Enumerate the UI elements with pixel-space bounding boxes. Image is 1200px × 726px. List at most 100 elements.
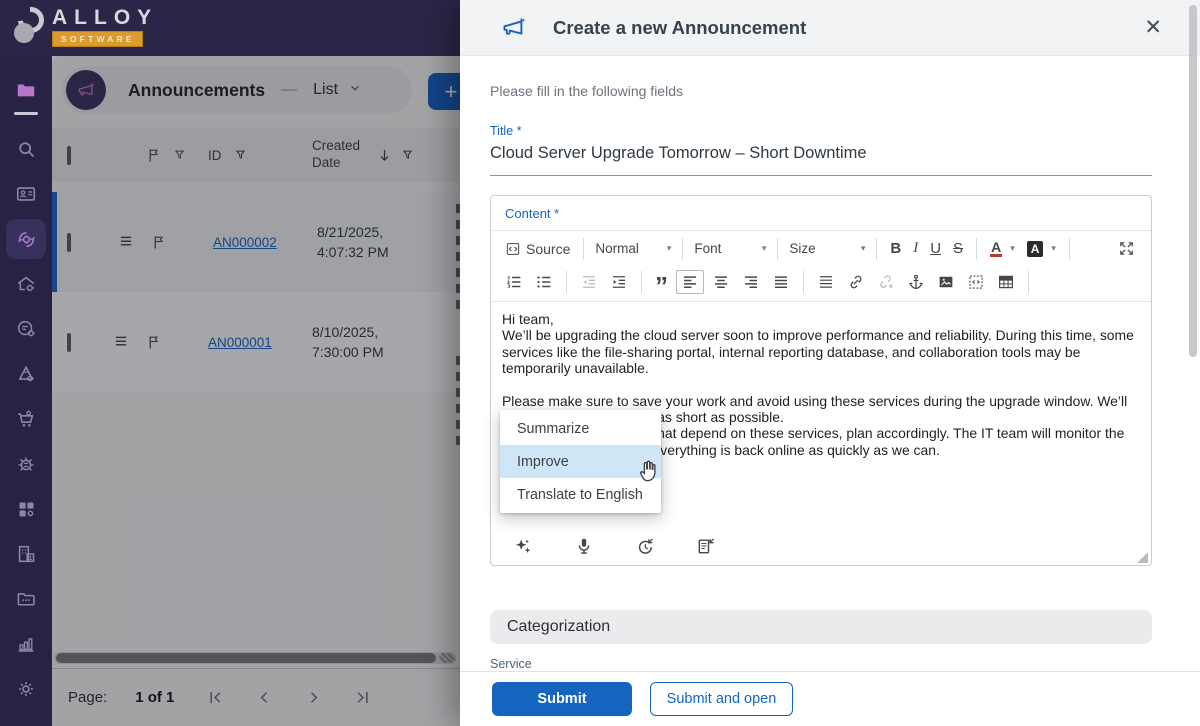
categorization-section-header[interactable]: Categorization: [490, 610, 1152, 644]
numbered-list-button[interactable]: [501, 271, 527, 293]
ai-assistant-button[interactable]: [508, 534, 537, 559]
source-button[interactable]: Source: [501, 239, 574, 259]
decrease-indent-button[interactable]: [576, 271, 602, 293]
sidebar: [0, 56, 52, 726]
insert-image-button[interactable]: [933, 271, 959, 293]
sidebar-item-settings[interactable]: [6, 669, 46, 709]
list-header-pill: Announcements — List: [62, 66, 412, 114]
date-filter-icon[interactable]: [401, 148, 416, 163]
row-flag-icon[interactable]: [146, 334, 163, 351]
sidebar-item-folder[interactable]: [6, 70, 46, 110]
horizontal-scrollbar-thumb[interactable]: [56, 653, 436, 663]
blockquote-button[interactable]: ”: [651, 271, 672, 299]
sidebar-item-hierarchy[interactable]: [6, 354, 46, 394]
row-checkbox[interactable]: [67, 332, 71, 352]
form-instructions: Please fill in the following fields: [490, 83, 683, 99]
select-all-checkbox[interactable]: [67, 145, 71, 165]
text-color-button[interactable]: A ▾: [986, 238, 1019, 259]
strikethrough-button[interactable]: S: [949, 238, 967, 259]
caret-icon: ▾: [761, 243, 767, 253]
sidebar-item-id-badge[interactable]: [6, 174, 46, 214]
first-page-button[interactable]: [206, 688, 225, 707]
announcement-icon: [500, 14, 527, 41]
last-page-button[interactable]: [353, 688, 372, 707]
row-checkbox[interactable]: [67, 232, 71, 252]
increase-indent-button[interactable]: [606, 271, 632, 293]
unlink-button[interactable]: [873, 271, 899, 293]
insert-link-button[interactable]: [843, 271, 869, 293]
table-row[interactable]: ≡ AN000001 8/10/2025, 7:30:00 PM: [52, 292, 460, 392]
code-snippet-button[interactable]: [963, 271, 989, 293]
background-color-button[interactable]: A ▾: [1023, 239, 1060, 259]
numbered-list-icon: [505, 273, 523, 291]
sort-descending-icon[interactable]: [376, 147, 393, 164]
row-menu-icon[interactable]: ≡: [109, 230, 143, 254]
align-center-button[interactable]: [708, 271, 734, 293]
id-filter-icon[interactable]: [234, 148, 249, 163]
underline-button[interactable]: U: [926, 238, 945, 259]
font-dropdown[interactable]: Font ▾: [690, 239, 770, 258]
modal-header: Create a new Announcement ✕: [460, 0, 1200, 56]
resize-handle[interactable]: [1137, 552, 1148, 563]
view-chevron-icon[interactable]: [348, 81, 362, 100]
title-separator: —: [281, 81, 298, 98]
add-announcement-button[interactable]: +: [428, 73, 460, 110]
directories-icon: [15, 588, 37, 610]
reports-icon: [15, 633, 37, 655]
organization-icon: [15, 543, 37, 565]
created-date-column-header[interactable]: Created Date: [312, 138, 368, 172]
insert-history-button[interactable]: [631, 534, 659, 558]
maximize-button[interactable]: [1114, 238, 1139, 259]
view-selector-label[interactable]: List: [313, 81, 338, 99]
sidebar-item-network[interactable]: [6, 444, 46, 484]
paragraph-format-dropdown[interactable]: Normal ▾: [591, 239, 675, 258]
align-left-button[interactable]: [676, 269, 704, 294]
bulleted-list-button[interactable]: [531, 271, 557, 293]
size-dropdown[interactable]: Size ▾: [785, 239, 869, 258]
menu-item-summarize[interactable]: Summarize: [500, 412, 661, 445]
modal-title: Create a new Announcement: [553, 16, 807, 38]
submit-button[interactable]: Submit: [492, 682, 632, 716]
align-right-button[interactable]: [738, 271, 764, 293]
modal-scrollbar-thumb[interactable]: [1189, 5, 1197, 357]
page-count: 1 of 1: [135, 689, 175, 706]
sidebar-item-home-gear[interactable]: [6, 264, 46, 304]
sidebar-item-reports[interactable]: [6, 624, 46, 664]
anchor-button[interactable]: [903, 271, 929, 293]
sidebar-item-organization[interactable]: [6, 534, 46, 574]
bold-button[interactable]: B: [886, 238, 905, 259]
record-link[interactable]: AN000001: [200, 335, 272, 350]
flag-filter-icon[interactable]: [173, 148, 188, 163]
italic-button[interactable]: I: [909, 238, 922, 259]
sidebar-item-procurement[interactable]: [6, 399, 46, 439]
announcements-badge: [66, 70, 106, 110]
flag-column-icon[interactable]: [146, 147, 163, 164]
line-spacing-button[interactable]: [813, 271, 839, 293]
logo-text: ALLOY SOFTWARE: [52, 7, 158, 47]
next-page-button[interactable]: [304, 688, 323, 707]
page-title: Announcements: [128, 79, 266, 100]
align-center-icon: [712, 273, 730, 291]
sidebar-item-automation[interactable]: [6, 219, 46, 259]
prev-page-button[interactable]: [255, 688, 274, 707]
sidebar-item-directories[interactable]: [6, 579, 46, 619]
row-menu-icon[interactable]: ≡: [104, 330, 138, 354]
sidebar-item-service-config[interactable]: [6, 309, 46, 349]
horizontal-scrollbar[interactable]: [54, 652, 456, 664]
created-date-cell: 8/10/2025, 7:30:00 PM: [312, 323, 384, 360]
close-button[interactable]: ✕: [1132, 15, 1174, 40]
sidebar-item-search[interactable]: [6, 129, 46, 169]
title-field-input[interactable]: Cloud Server Upgrade Tomorrow – Short Do…: [490, 144, 1152, 163]
dictation-button[interactable]: [570, 534, 598, 558]
modal-footer: Submit Submit and open: [460, 671, 1200, 726]
insert-table-button[interactable]: [993, 271, 1019, 293]
id-column-header[interactable]: ID: [208, 148, 222, 163]
submit-and-open-button[interactable]: Submit and open: [650, 682, 793, 716]
table-row[interactable]: ≡ AN000002 8/21/2025, 4:07:32 PM: [52, 192, 460, 292]
row-flag-icon[interactable]: [151, 234, 168, 251]
justify-button[interactable]: [768, 271, 794, 293]
alloy-logo[interactable]: ALLOY SOFTWARE: [12, 1, 158, 47]
insert-template-button[interactable]: [692, 534, 720, 558]
record-link[interactable]: AN000002: [205, 235, 277, 250]
sidebar-item-apps[interactable]: [6, 489, 46, 529]
